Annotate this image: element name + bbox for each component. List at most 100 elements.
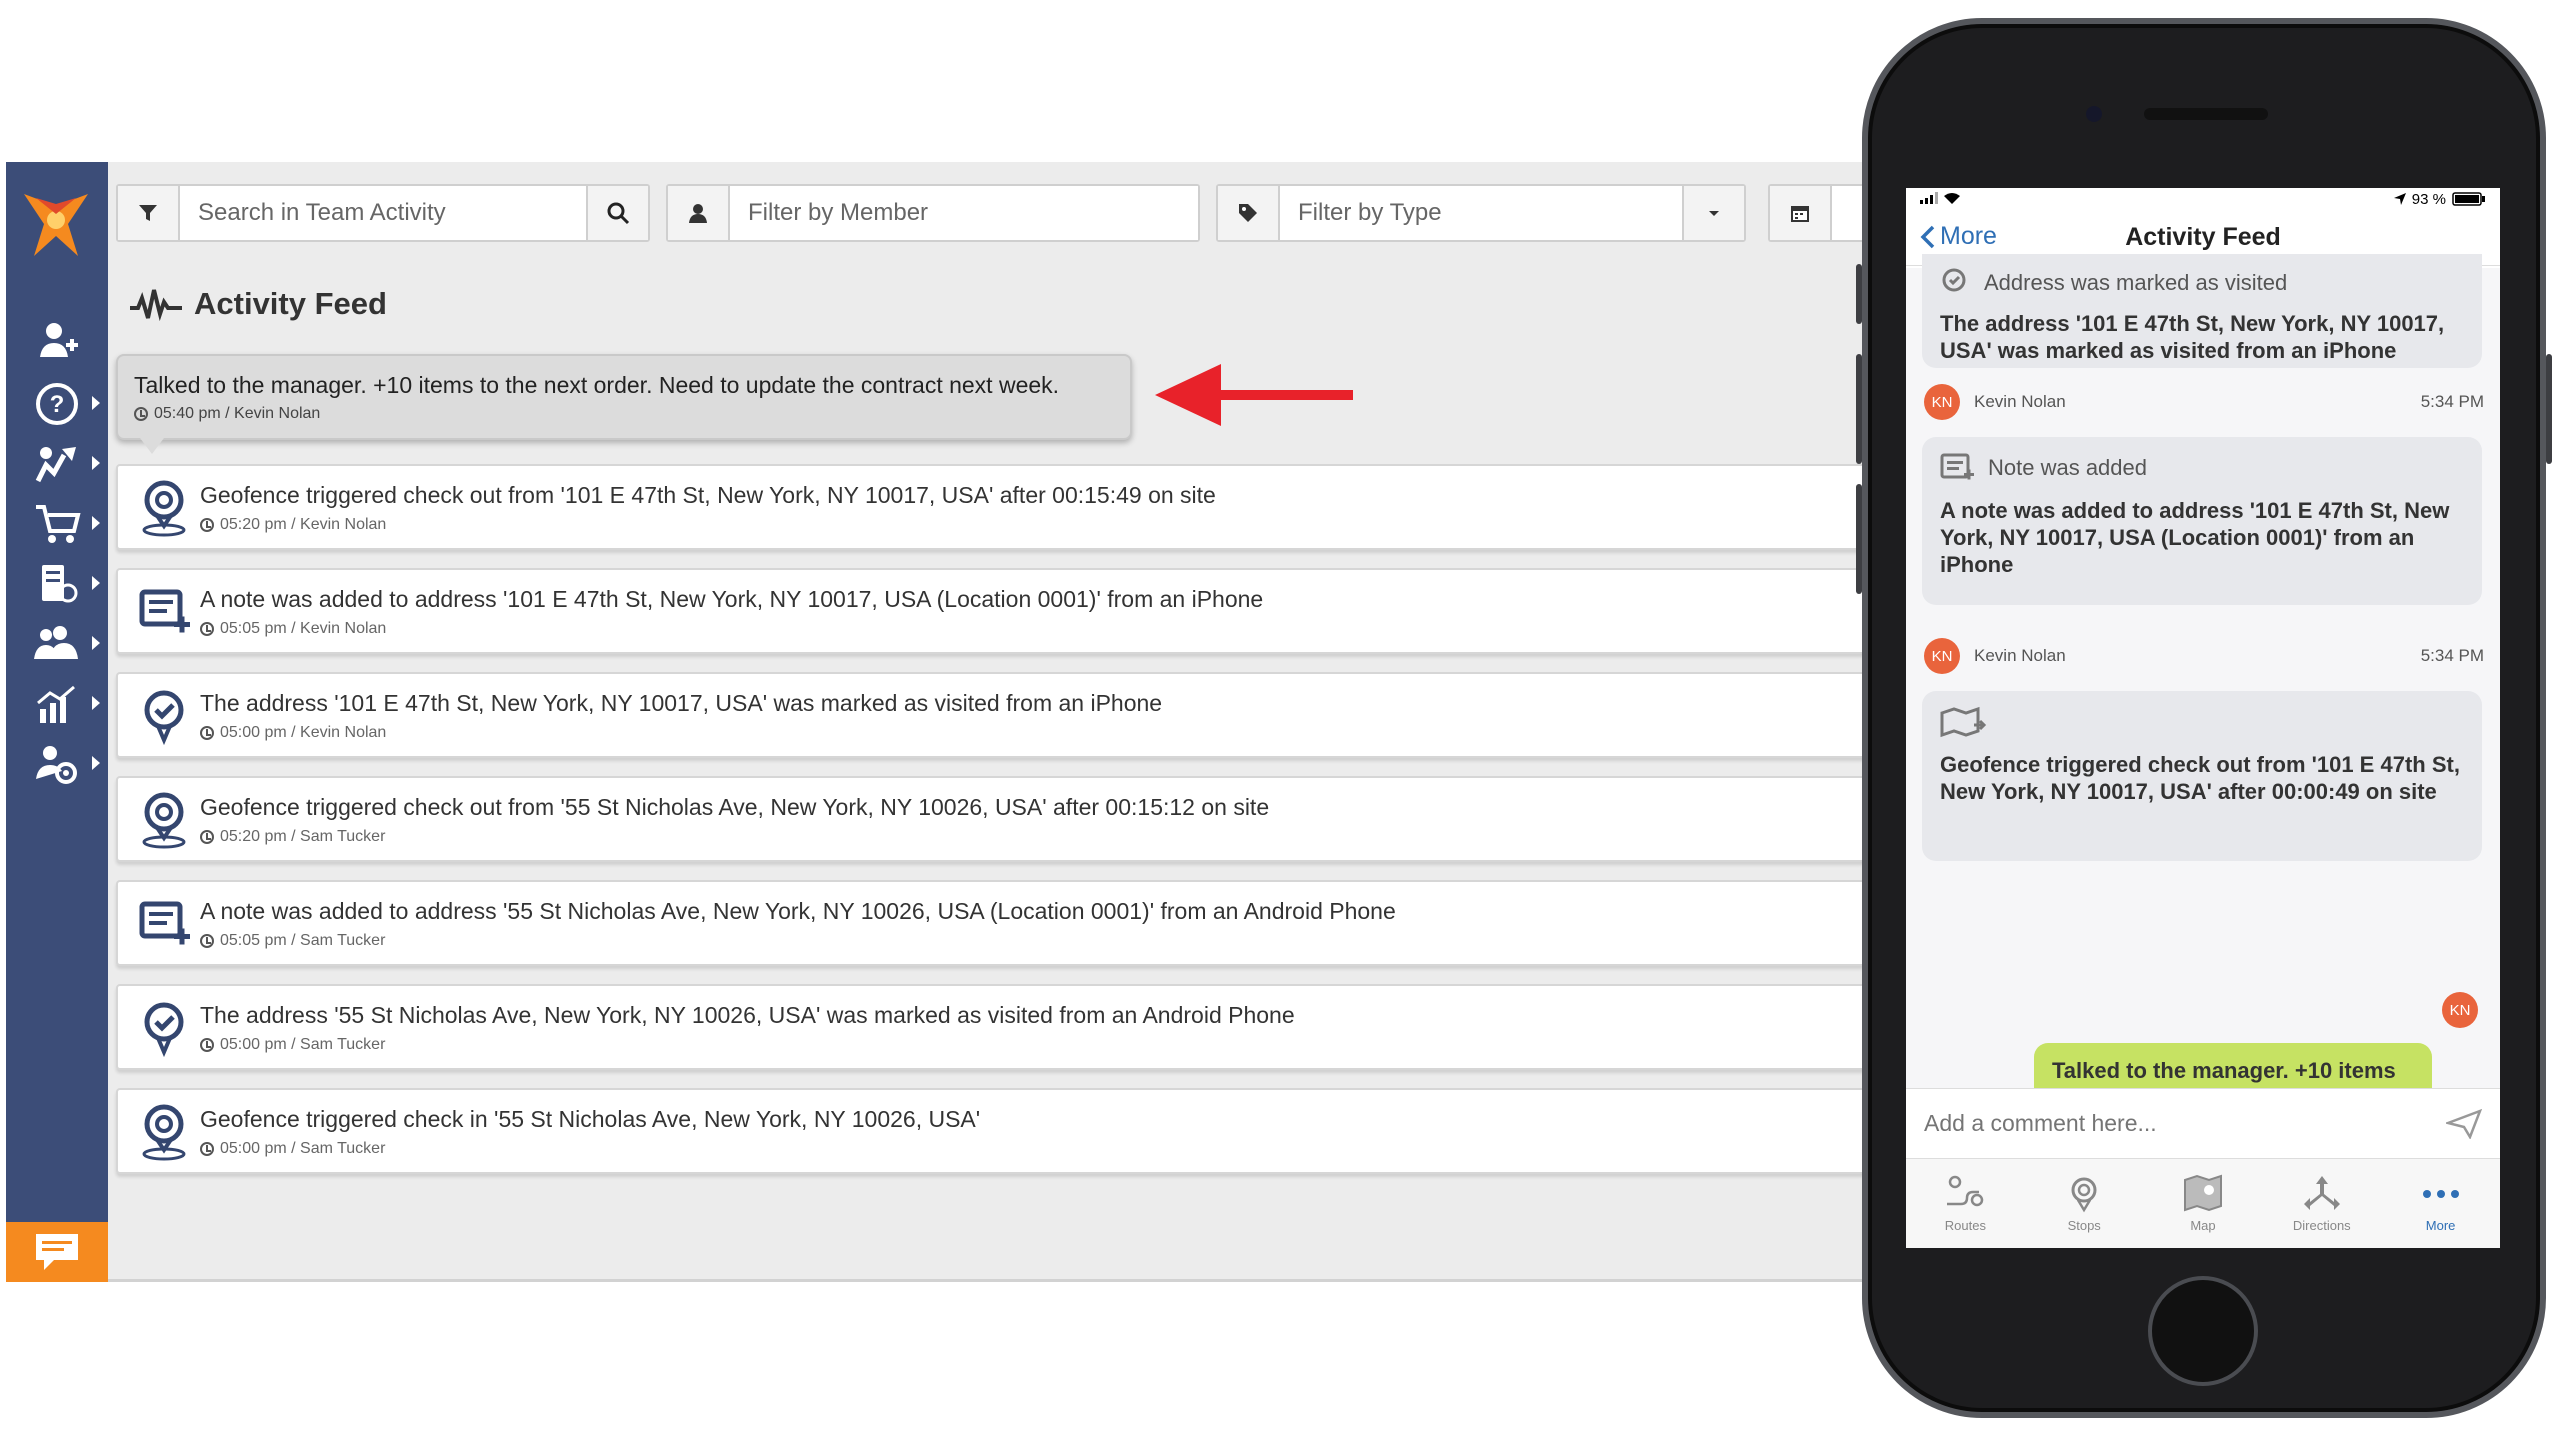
tab-more[interactable]: More	[2381, 1159, 2500, 1248]
tab-label: Stops	[2067, 1218, 2101, 1233]
activity-time-user: 05:05 pm / Kevin Nolan	[220, 620, 387, 637]
activity-text: Geofence triggered check out from '55 St…	[200, 794, 1270, 820]
card-head: Address was marked as visited	[1940, 268, 2464, 298]
battery-percent: 93 %	[2411, 190, 2446, 208]
red-arrow-icon	[1155, 364, 1353, 426]
activity-time-user: 05:20 pm / Sam Tucker	[220, 828, 386, 845]
activity-list-item[interactable]: A note was added to address '55 St Nicho…	[116, 880, 1866, 966]
my-avatar: KN	[2442, 992, 2478, 1028]
sidebar-item-reports[interactable]	[6, 554, 108, 614]
activity-meta: 05:20 pm / Kevin Nolan	[200, 516, 386, 534]
filter-button[interactable]	[118, 186, 180, 240]
sidebar-item-team[interactable]	[6, 614, 108, 674]
phone-speaker	[2144, 108, 2268, 120]
sidebar-item-settings[interactable]	[6, 734, 108, 794]
type-dropdown-button[interactable]	[1682, 186, 1744, 240]
tab-directions[interactable]: Directions	[2262, 1159, 2381, 1248]
caret-right-icon	[92, 756, 100, 770]
activity-list-item[interactable]: The address '55 St Nicholas Ave, New Yor…	[116, 984, 1866, 1070]
cart-icon	[36, 505, 81, 543]
sidebar-item-cart[interactable]	[6, 494, 108, 554]
clock-icon	[200, 518, 214, 532]
phone-camera	[2086, 106, 2102, 122]
highlighted-note-text: Talked to the manager. +10 items to the …	[134, 372, 1060, 398]
visited-icon	[138, 686, 194, 746]
geofence-map-icon	[1940, 706, 1987, 738]
member-filter-group	[666, 184, 1200, 242]
activity-card-geofence[interactable]: Geofence triggered check out from '101 E…	[1922, 691, 2482, 861]
tab-label: More	[2425, 1218, 2456, 1233]
card-head: Note was added	[1940, 451, 2464, 485]
activity-list-item[interactable]: Geofence triggered check out from '55 St…	[116, 776, 1866, 862]
home-button[interactable]	[2148, 1276, 2258, 1386]
directions-tab-icon	[2303, 1176, 2340, 1210]
chevron-down-icon	[1709, 211, 1719, 216]
sidebar-item-analytics[interactable]	[6, 674, 108, 734]
avatar: KN	[1924, 638, 1960, 674]
back-button[interactable]: More	[1920, 222, 1997, 251]
tag-icon-button	[1218, 186, 1280, 240]
activity-list-item[interactable]: The address '101 E 47th St, New York, NY…	[116, 672, 1866, 758]
clock-icon	[134, 407, 148, 421]
sidebar: ?	[6, 162, 108, 1282]
activity-list-item[interactable]: Geofence triggered check out from '101 E…	[116, 464, 1866, 550]
phone-mute-switch	[1856, 264, 1862, 324]
member-filter-input[interactable]	[730, 186, 1198, 240]
phone-volume-up	[1856, 354, 1862, 464]
activity-time-user: 05:20 pm / Kevin Nolan	[220, 516, 387, 533]
geofence-icon	[138, 478, 194, 538]
card-head	[1940, 705, 2464, 739]
highlighted-note[interactable]: Talked to the manager. +10 items to the …	[116, 354, 1132, 454]
toolbar	[108, 162, 1866, 270]
screen-composite: ? Search in Team Activity Filter by Memb…	[0, 0, 2556, 1430]
note-icon	[138, 894, 194, 954]
activity-list-item[interactable]: Geofence triggered check in '55 St Nicho…	[116, 1088, 1866, 1174]
comment-bar	[1906, 1088, 2500, 1158]
tab-stops[interactable]: Stops	[2025, 1159, 2144, 1248]
activity-meta: 05:20 pm / Sam Tucker	[200, 828, 385, 846]
analytics-icon	[37, 685, 75, 723]
clock-icon	[200, 1142, 214, 1156]
sidebar-item-add-user[interactable]	[6, 312, 108, 372]
card-body-text: A note was added to address '101 E 47th …	[1940, 498, 2450, 577]
activity-text: Geofence triggered check in '55 St Nicho…	[200, 1106, 981, 1132]
user-icon	[689, 204, 707, 223]
caret-right-icon	[92, 636, 100, 650]
main-content: Activity Feed Talked to the manager. +10…	[108, 162, 1866, 1282]
activity-time-user: 05:05 pm / Sam Tucker	[220, 932, 386, 949]
note-icon	[1940, 453, 1974, 480]
geofence-icon	[138, 790, 194, 850]
map-tab-icon	[2183, 1174, 2222, 1212]
caret-right-icon	[92, 456, 100, 470]
activity-card-visited[interactable]: Address was marked as visited The addres…	[1922, 254, 2482, 368]
activity-list-item[interactable]: A note was added to address '101 E 47th …	[116, 568, 1866, 654]
caret-right-icon	[92, 396, 100, 410]
sidebar-item-help[interactable]: ?	[6, 374, 108, 434]
sender-name: Kevin Nolan	[1974, 392, 2066, 411]
add-user-icon	[40, 323, 78, 357]
chat-thread: Address was marked as visited The addres…	[1906, 254, 2500, 1152]
send-icon[interactable]	[2446, 1108, 2482, 1139]
search-button[interactable]	[586, 186, 648, 240]
calendar-button[interactable]	[1770, 186, 1832, 240]
card-body-text: Geofence triggered check out from '101 E…	[1940, 752, 2460, 804]
tab-label: Map	[2190, 1218, 2216, 1233]
tab-map[interactable]: Map	[2144, 1159, 2263, 1248]
type-filter-input[interactable]	[1280, 186, 1682, 240]
activity-card-note[interactable]: Note was added A note was added to addre…	[1922, 437, 2482, 605]
clock-icon	[200, 934, 214, 948]
activity-meta: 05:00 pm / Sam Tucker	[200, 1140, 385, 1158]
tab-bar: Routes Stops Map Directions More	[1906, 1158, 2500, 1248]
team-icon	[34, 626, 78, 659]
comment-input[interactable]	[1924, 1110, 2384, 1137]
app-logo-icon[interactable]	[16, 184, 96, 264]
search-input[interactable]	[180, 186, 586, 240]
sidebar-item-routes[interactable]	[6, 434, 108, 494]
activity-icon	[130, 289, 182, 322]
clock-icon	[200, 1038, 214, 1052]
tab-routes[interactable]: Routes	[1906, 1159, 2025, 1248]
routes-tab-icon	[1947, 1175, 1984, 1207]
chat-button[interactable]	[6, 1222, 108, 1282]
signal-wifi-icon	[1920, 191, 1962, 208]
reports-icon	[42, 565, 78, 603]
